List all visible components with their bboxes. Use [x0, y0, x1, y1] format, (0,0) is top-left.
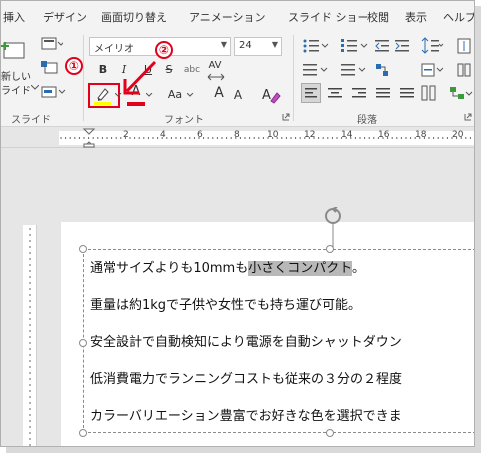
chevron-down-icon	[31, 85, 39, 90]
window-shadow	[6, 447, 481, 453]
distributed-icon[interactable]	[399, 87, 415, 101]
font-color-swatch	[127, 102, 145, 106]
group-divider	[293, 35, 294, 121]
resize-handle[interactable]	[79, 245, 87, 253]
shrink-font-button[interactable]: A	[232, 86, 244, 104]
numbering-icon[interactable]	[341, 39, 369, 53]
increase-indent-icon[interactable]	[395, 39, 411, 53]
align-left-icon	[305, 88, 317, 98]
text-line-5[interactable]: カラーバリエーション豊富でお好きな色を選択できま	[90, 405, 402, 424]
resize-handle[interactable]	[79, 339, 87, 347]
bullets-icon[interactable]	[303, 39, 329, 53]
text-line-1[interactable]: 通常サイズよりも10mmも小さくコンパクト。	[90, 257, 365, 276]
decrease-indent-icon[interactable]	[375, 39, 391, 53]
new-slide-label-2[interactable]: ライド	[1, 83, 31, 101]
strikethrough-button[interactable]: S	[163, 61, 175, 79]
bold-button[interactable]: B	[97, 61, 109, 79]
highlight-color-swatch	[94, 102, 111, 105]
align-center-icon[interactable]	[327, 87, 343, 101]
font-size-value: 24	[239, 40, 252, 51]
chevron-down-icon: ▼	[220, 40, 227, 49]
rotate-handle-icon[interactable]	[321, 207, 345, 247]
ribbon-home: 新しい ライド スライド メイリオ ▼ 24 ▼ B I U S abc AV	[1, 31, 474, 127]
shadow-button[interactable]: abc	[181, 61, 203, 79]
text-highlight-icon[interactable]	[93, 86, 113, 106]
tab-review[interactable]: 校閲	[367, 9, 389, 25]
window-shadow	[475, 6, 481, 453]
font-group-label: フォント	[164, 115, 204, 126]
tab-animations[interactable]: アニメーション	[189, 9, 266, 25]
chevron-down-icon: ▼	[271, 40, 278, 49]
slide-group-label: スライド	[11, 115, 51, 126]
resize-handle[interactable]	[326, 245, 334, 253]
tab-slideshow[interactable]: スライド ショー	[288, 9, 369, 25]
text-line-3[interactable]: 安全設計で自動検知により電源を自動シャットダウン	[90, 331, 402, 350]
font-size-combo[interactable]: 24 ▼	[234, 37, 282, 56]
columns-icon[interactable]	[457, 63, 473, 77]
ruler-number: 12	[304, 130, 316, 140]
section-icon[interactable]	[41, 85, 67, 99]
callout-number-2: ②	[155, 41, 173, 59]
callout-number-1: ①	[65, 57, 83, 75]
ruler-number: 2	[123, 130, 129, 140]
ruler-number: 20	[452, 130, 464, 140]
change-case-button[interactable]: Aa	[166, 86, 184, 104]
ruler-number: 14	[341, 130, 353, 140]
chevron-down-icon[interactable]	[187, 93, 195, 99]
tab-transitions[interactable]: 画面切り替え	[101, 9, 167, 25]
text-line-1-end: 。	[351, 261, 365, 276]
text-line-4[interactable]: 低消費電力でランニングコストも従来の３分の２程度	[90, 368, 402, 387]
red-arrow-icon	[123, 60, 157, 95]
clear-formatting-icon[interactable]: A	[261, 85, 281, 105]
bullets-2-icon[interactable]	[303, 63, 329, 77]
justify-icon[interactable]	[375, 87, 391, 101]
svg-text:A: A	[262, 88, 271, 103]
paragraph-group-label: 段落	[357, 115, 377, 126]
vertical-ruler-ticks	[29, 228, 31, 446]
group-divider	[83, 35, 84, 121]
ruler-number: 10	[267, 130, 279, 140]
resize-handle[interactable]	[79, 429, 87, 437]
tab-insert[interactable]: 挿入	[3, 9, 25, 25]
new-slide-icon[interactable]	[1, 39, 27, 61]
ruler-number: 6	[197, 130, 203, 140]
ruler-number: 8	[234, 130, 240, 140]
char-spacing-arrow-icon	[207, 73, 225, 81]
ruler-number: 16	[378, 130, 390, 140]
align-text-icon[interactable]	[421, 63, 445, 77]
horizontal-ruler: 2 4 6 8 10 12 14 16 18 20	[1, 128, 474, 148]
line-spacing-icon[interactable]	[421, 37, 445, 55]
vertical-ruler	[23, 225, 37, 446]
text-line-1-start: 通常サイズよりも10mmも	[90, 261, 249, 276]
resize-handle[interactable]	[326, 429, 334, 437]
highlighted-text: 小さくコンパクト	[248, 261, 352, 276]
dialog-launcher-icon[interactable]	[282, 113, 290, 121]
ribbon-tab-bar: 挿入 デザイン 画面切り替え アニメーション スライド ショー 校閲 表示 ヘル…	[1, 1, 474, 31]
text-line-2[interactable]: 重量は約1kgで子供や女性でも持ち運び可能。	[90, 294, 361, 313]
ruler-number: 18	[415, 130, 427, 140]
align-right-icon[interactable]	[351, 87, 367, 101]
layout-icon[interactable]	[41, 37, 63, 51]
tab-help[interactable]: ヘルプ	[443, 9, 474, 25]
numbering-2-icon[interactable]	[341, 63, 367, 77]
align-left-button[interactable]	[301, 83, 321, 103]
grow-font-button[interactable]: A	[213, 84, 225, 102]
text-direction-icon[interactable]	[457, 37, 473, 55]
powerpoint-window: 挿入 デザイン 画面切り替え アニメーション スライド ショー 校閲 表示 ヘル…	[0, 0, 475, 447]
dialog-launcher-icon[interactable]	[464, 113, 472, 121]
smartart-icon[interactable]	[375, 63, 389, 77]
convert-smartart-icon[interactable]	[449, 85, 473, 103]
reset-icon[interactable]	[41, 61, 59, 75]
column-align-icon[interactable]	[421, 85, 437, 103]
tab-design[interactable]: デザイン	[43, 9, 87, 25]
ruler-number: 4	[160, 130, 166, 140]
font-name-value: メイリオ	[94, 44, 134, 55]
indent-marker-icon[interactable]	[83, 128, 95, 148]
tab-view[interactable]: 表示	[405, 9, 427, 25]
